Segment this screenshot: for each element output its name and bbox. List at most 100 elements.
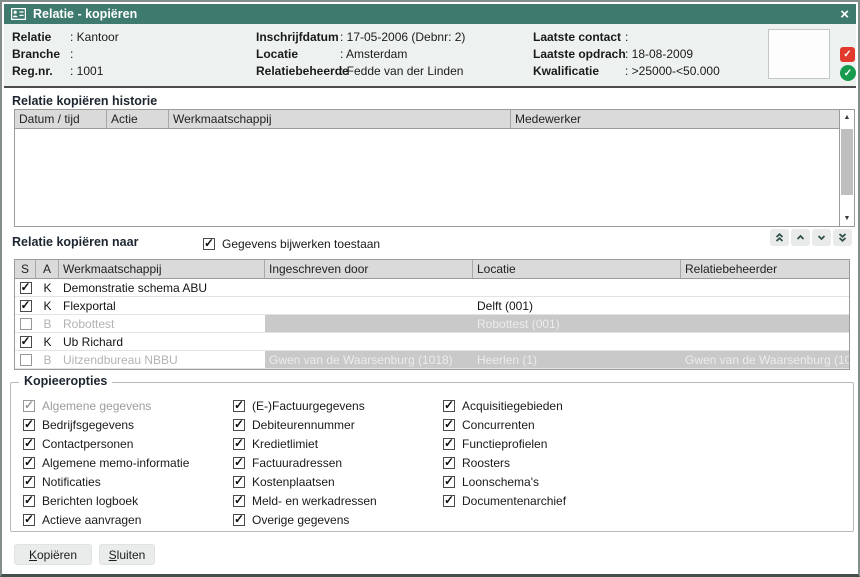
option-item[interactable]: ✓Factuuradressen bbox=[233, 453, 377, 472]
option-item[interactable]: ✓Algemene memo-informatie bbox=[23, 453, 189, 472]
scrollbar-track[interactable] bbox=[840, 125, 854, 211]
option-checkbox[interactable]: ✓ bbox=[443, 495, 455, 507]
row-locatie bbox=[473, 279, 681, 296]
option-checkbox[interactable]: ✓ bbox=[23, 400, 35, 412]
option-item[interactable]: ✓ Functieprofielen bbox=[443, 434, 566, 453]
option-item[interactable]: ✓ Berichten logboek bbox=[23, 491, 189, 510]
field-label: Relatiebeheerde bbox=[256, 63, 340, 80]
option-item[interactable]: ✓Roosters bbox=[443, 453, 566, 472]
move-down-button[interactable] bbox=[812, 229, 831, 246]
relatie-kopieren-dialog: Relatie - kopiëren × Relatie: Kantoor Br… bbox=[0, 0, 860, 577]
field-label: Kwalificatie bbox=[533, 63, 625, 80]
option-label: Documentenarchief bbox=[462, 494, 566, 508]
row-select-checkbox[interactable]: ✓ bbox=[20, 282, 32, 294]
update-allowed-checkbox[interactable]: ✓ bbox=[203, 238, 215, 250]
table-row[interactable]: B Uitzendbureau NBBU Gwen van de Waarsen… bbox=[15, 351, 849, 369]
table-row[interactable]: ✓ K Flexportal Delft (001) bbox=[15, 297, 849, 315]
field-value: : bbox=[70, 46, 73, 63]
option-checkbox[interactable]: ✓ bbox=[23, 419, 35, 431]
row-select-checkbox[interactable] bbox=[20, 354, 32, 366]
option-checkbox[interactable]: ✓ bbox=[23, 495, 35, 507]
history-table-header: Datum / tijd Actie Werkmaatschappij Mede… bbox=[15, 110, 839, 129]
column-header-s: S bbox=[15, 260, 36, 278]
update-allowed-option[interactable]: ✓ Gegevens bijwerken toestaan bbox=[203, 237, 380, 251]
option-label: Functieprofielen bbox=[462, 437, 547, 451]
table-row[interactable]: ✓ K Demonstratie schema ABU bbox=[15, 279, 849, 297]
option-item[interactable]: ✓Acquisitiegebieden bbox=[443, 396, 566, 415]
option-label: Kostenplaatsen bbox=[252, 475, 335, 489]
option-checkbox[interactable]: ✓ bbox=[443, 476, 455, 488]
option-checkbox[interactable]: ✓ bbox=[233, 476, 245, 488]
option-checkbox[interactable]: ✓ bbox=[233, 400, 245, 412]
option-label: Concurrenten bbox=[462, 418, 535, 432]
option-item[interactable]: ✓Debiteurennummer bbox=[233, 415, 377, 434]
option-label: Kredietlimiet bbox=[252, 437, 318, 451]
option-checkbox[interactable]: ✓ bbox=[443, 419, 455, 431]
copy-to-section-title: Relatie kopiëren naar bbox=[12, 235, 138, 249]
row-select-checkbox[interactable] bbox=[20, 318, 32, 330]
move-bottom-button[interactable] bbox=[833, 229, 852, 246]
header-field: Inschrijfdatum: 17-05-2006 (Debnr: 2) bbox=[256, 29, 465, 46]
green-check-icon: ✓ bbox=[840, 65, 856, 81]
option-checkbox[interactable]: ✓ bbox=[233, 419, 245, 431]
row-relatiebeheerder: Gwen van de Waarsenburg (1018) bbox=[681, 351, 849, 368]
scroll-down-icon[interactable]: ▼ bbox=[840, 211, 854, 226]
option-item[interactable]: ✓ Bedrijfsgegevens bbox=[23, 415, 189, 434]
option-checkbox[interactable]: ✓ bbox=[443, 457, 455, 469]
option-checkbox[interactable]: ✓ bbox=[23, 476, 35, 488]
row-locatie: Robottest (001) bbox=[473, 315, 681, 332]
option-checkbox[interactable]: ✓ bbox=[233, 438, 245, 450]
option-item[interactable]: ✓ Loonschema's bbox=[443, 472, 566, 491]
row-ingeschreven-door bbox=[265, 297, 473, 314]
column-header-a: A bbox=[36, 260, 59, 278]
scroll-up-icon[interactable]: ▲ bbox=[840, 110, 854, 125]
row-select-checkbox[interactable]: ✓ bbox=[20, 300, 32, 312]
option-checkbox[interactable]: ✓ bbox=[23, 514, 35, 526]
options-column-1: ✓Algemene gegevens ✓ Bedrijfsgegevens ✓Co… bbox=[23, 396, 189, 529]
option-label: Berichten logboek bbox=[42, 494, 138, 508]
options-column-3: ✓Acquisitiegebieden ✓ Concurrenten ✓ Funct… bbox=[443, 396, 566, 510]
option-item[interactable]: ✓Algemene gegevens bbox=[23, 396, 189, 415]
option-label: Bedrijfsgegevens bbox=[42, 418, 134, 432]
option-checkbox[interactable]: ✓ bbox=[443, 400, 455, 412]
option-label: Loonschema's bbox=[462, 475, 539, 489]
option-checkbox[interactable]: ✓ bbox=[443, 438, 455, 450]
row-type: K bbox=[36, 333, 59, 350]
table-row[interactable]: B Robottest Robottest (001) bbox=[15, 315, 849, 333]
row-ingeschreven-door bbox=[265, 315, 473, 332]
history-table: Datum / tijd Actie Werkmaatschappij Mede… bbox=[14, 109, 855, 227]
option-item[interactable]: ✓Actieve aanvragen bbox=[23, 510, 189, 529]
column-header-locatie: Locatie bbox=[473, 260, 681, 278]
column-header-ingeschreven-door: Ingeschreven door bbox=[265, 260, 473, 278]
option-checkbox[interactable]: ✓ bbox=[23, 438, 35, 450]
option-item[interactable]: ✓Notificaties bbox=[23, 472, 189, 491]
copy-options-legend: Kopieeropties bbox=[19, 374, 112, 388]
option-checkbox[interactable]: ✓ bbox=[233, 495, 245, 507]
field-value: : 1001 bbox=[70, 63, 103, 80]
table-row[interactable]: ✓ K Ub Richard bbox=[15, 333, 849, 351]
move-top-button[interactable] bbox=[770, 229, 789, 246]
option-checkbox[interactable]: ✓ bbox=[233, 514, 245, 526]
option-item[interactable]: ✓Contactpersonen bbox=[23, 434, 189, 453]
option-checkbox[interactable]: ✓ bbox=[23, 457, 35, 469]
move-up-button[interactable] bbox=[791, 229, 810, 246]
option-item[interactable]: ✓Overige gegevens bbox=[233, 510, 377, 529]
info-column-1: Relatie: Kantoor Branche: Reg.nr.: 1001 bbox=[12, 29, 119, 80]
history-scrollbar[interactable]: ▲ ▼ bbox=[839, 110, 854, 226]
column-header-werkmaatschappij: Werkmaatschappij bbox=[59, 260, 265, 278]
close-icon[interactable]: × bbox=[840, 7, 849, 22]
row-locatie: Heerlen (1) bbox=[473, 351, 681, 368]
scrollbar-thumb[interactable] bbox=[841, 129, 853, 195]
option-item[interactable]: ✓ Documentenarchief bbox=[443, 491, 566, 510]
red-check-icon: ✓ bbox=[840, 47, 855, 62]
row-select-checkbox[interactable]: ✓ bbox=[20, 336, 32, 348]
option-item[interactable]: ✓ Concurrenten bbox=[443, 415, 566, 434]
column-header-datum-tijd: Datum / tijd bbox=[15, 110, 107, 128]
option-item[interactable]: ✓Meld- en werkadressen bbox=[233, 491, 377, 510]
option-item[interactable]: ✓(E-)Factuurgegevens bbox=[233, 396, 377, 415]
option-item[interactable]: ✓ Kostenplaatsen bbox=[233, 472, 377, 491]
option-item[interactable]: ✓ Kredietlimiet bbox=[233, 434, 377, 453]
close-button[interactable]: Sluiten bbox=[99, 544, 155, 565]
option-checkbox[interactable]: ✓ bbox=[233, 457, 245, 469]
copy-button[interactable]: Kopiëren bbox=[14, 544, 92, 565]
